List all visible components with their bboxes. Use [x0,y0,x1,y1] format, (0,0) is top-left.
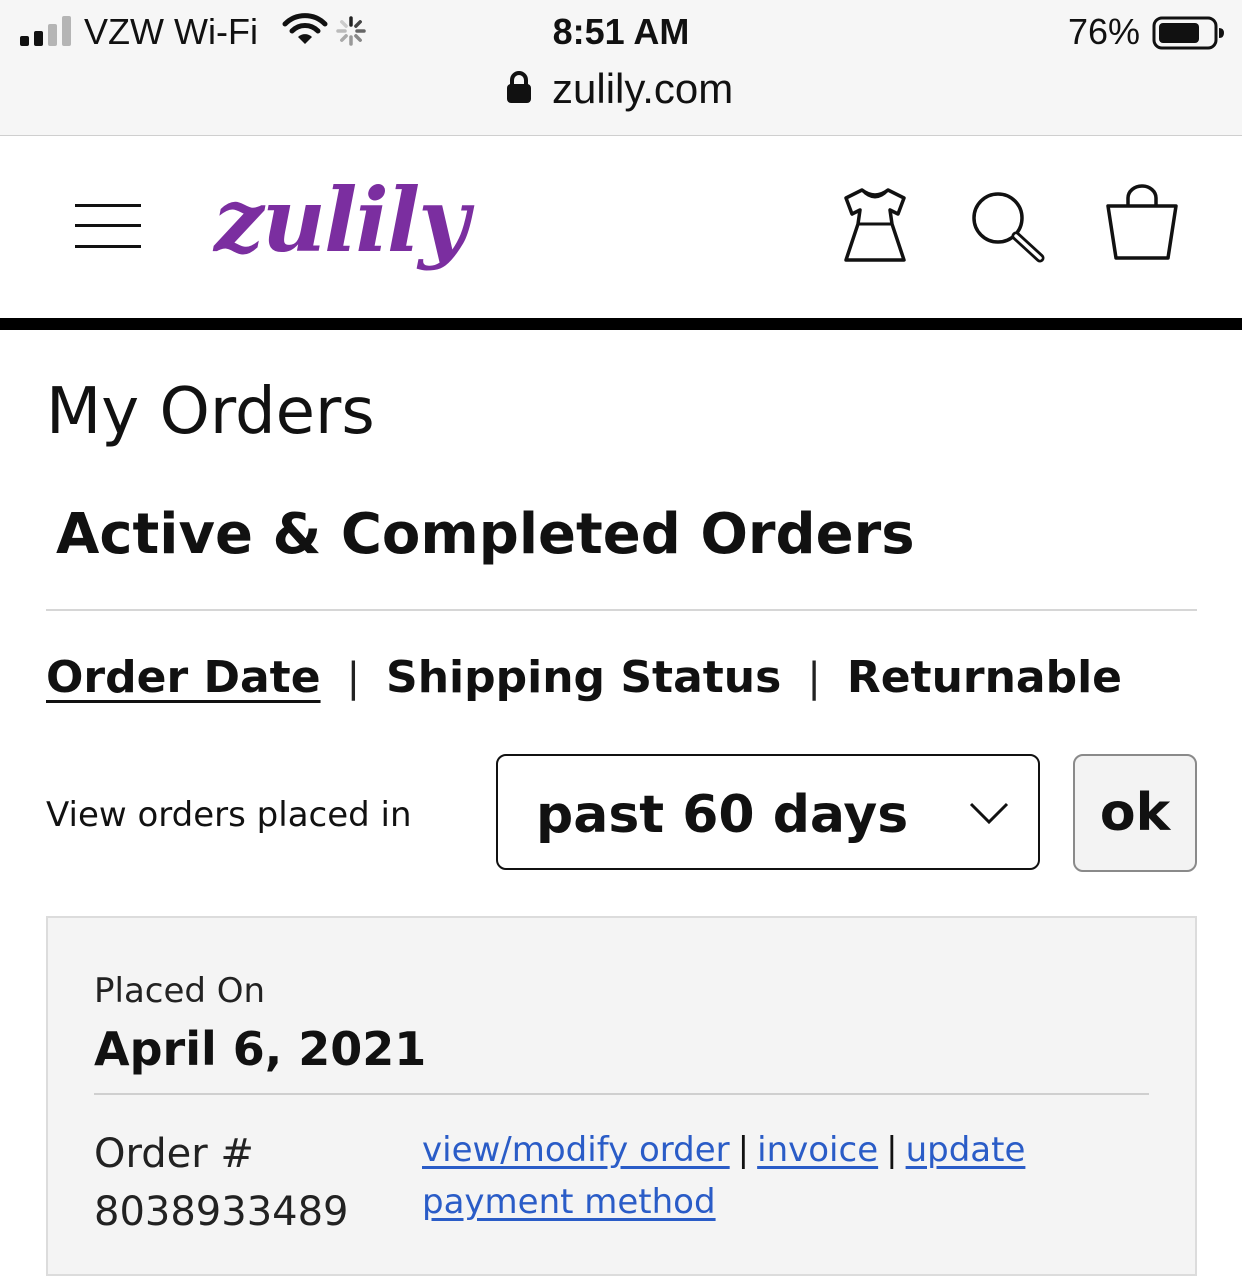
tab-returnable[interactable]: Returnable [847,648,1122,708]
zulily-logo[interactable]: zulily [214,168,469,272]
filter-label: View orders placed in [46,795,412,835]
chevron-down-icon [969,802,1009,825]
search-icon[interactable] [970,190,1046,264]
tab-shipping-status[interactable]: Shipping Status [386,648,781,708]
lock-icon [507,71,531,103]
menu-icon[interactable] [75,204,141,250]
tab-order-date[interactable]: Order Date [46,648,321,708]
order-sort-tabs: Order Date | Shipping Status | Returnabl… [46,646,1122,710]
order-number: 8038933489 [94,1189,349,1235]
placed-on-date: April 6, 2021 [94,1022,427,1076]
tab-separator: | [346,655,361,701]
placed-on-label: Placed On [94,971,266,1011]
invoice-link[interactable]: invoice [757,1130,878,1170]
date-range-selected-value: past 60 days [536,785,909,845]
header-divider [0,318,1242,330]
order-actions: view/modify order | invoice | update payment… [422,1130,1026,1222]
address-bar-domain[interactable]: zulily.com [552,64,733,114]
section-title: Active & Completed Orders [56,502,915,567]
battery-icon [1152,16,1224,50]
ok-button[interactable]: ok [1073,754,1197,872]
shopping-bag-icon[interactable] [1104,184,1180,262]
page-title: My Orders [46,375,375,449]
tab-separator: | [807,655,821,701]
section-divider [46,609,1197,611]
order-card-divider [94,1093,1149,1095]
dress-icon[interactable] [842,186,908,264]
order-number-label: Order # [94,1131,254,1177]
date-range-select[interactable]: past 60 days [496,754,1040,870]
battery-percent: 76% [1068,11,1141,52]
status-time: 8:51 AM [552,11,690,52]
view-modify-order-link[interactable]: view/modify order [422,1130,730,1170]
